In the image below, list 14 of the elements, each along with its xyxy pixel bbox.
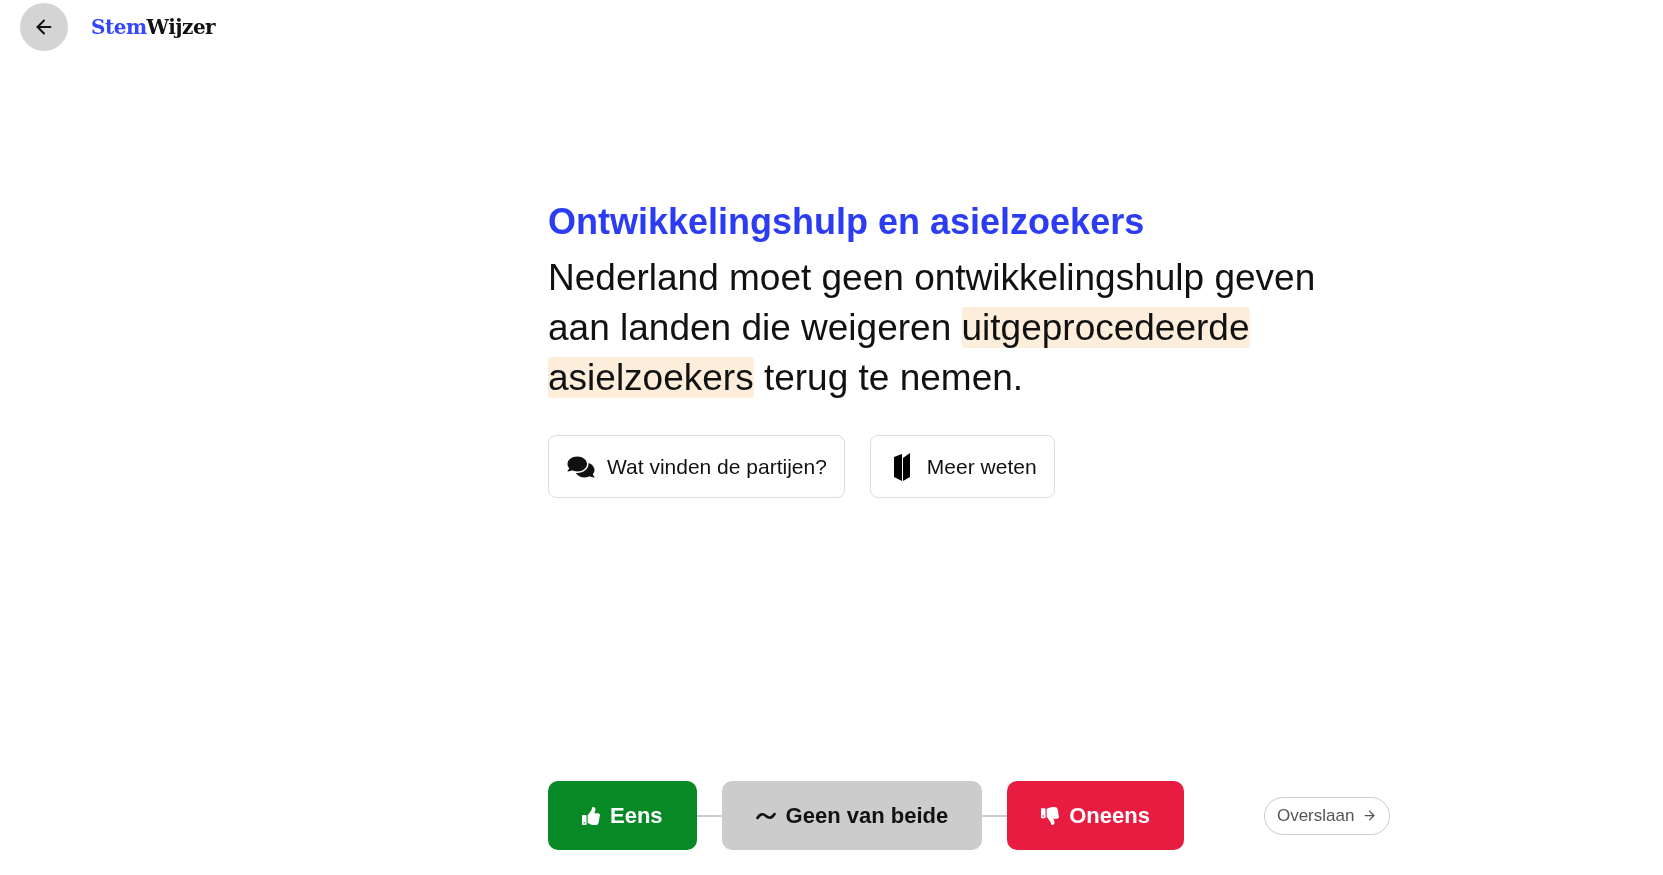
answer-button[interactable]: Eens — [548, 781, 697, 850]
thumbs-up-icon — [582, 806, 600, 825]
thumbs-down-icon — [1041, 806, 1060, 825]
answer-button[interactable]: Oneens — [1007, 781, 1184, 850]
logo-wordmark[interactable]: StemWijzer — [91, 12, 216, 42]
arrow-right-icon — [1362, 808, 1378, 823]
tilde-icon — [755, 811, 776, 820]
speech-bubbles-icon — [566, 454, 596, 479]
info-button[interactable]: Wat vinden de partijen? — [548, 435, 845, 498]
back-button[interactable] — [20, 3, 68, 51]
info-button[interactable]: Meer weten — [869, 435, 1055, 498]
booklet-icon — [892, 451, 911, 482]
answer-button[interactable]: Geen van beide — [721, 781, 983, 850]
statement-title: Ontwikkelingshulp en asielzoekers — [548, 200, 1145, 244]
